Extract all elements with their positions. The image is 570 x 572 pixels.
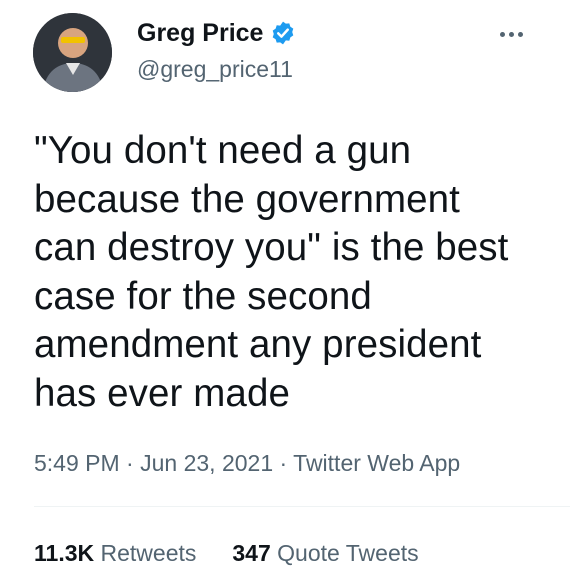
quote-tweets-count: 347: [232, 540, 271, 566]
display-name[interactable]: Greg Price: [137, 18, 263, 48]
quote-tweets-label: Quote Tweets: [277, 540, 419, 566]
meta-separator: ·: [126, 450, 134, 476]
tweet-stats: 11.3K Retweets 347 Quote Tweets: [34, 538, 419, 568]
tweet-metadata: 5:49 PM · Jun 23, 2021 · Twitter Web App: [34, 448, 460, 478]
author-name-row: Greg Price: [137, 18, 296, 48]
divider: [34, 506, 570, 507]
tweet-time-link[interactable]: 5:49 PM: [34, 450, 120, 476]
person-avatar-icon: [33, 13, 112, 92]
verified-badge-icon: [273, 21, 294, 45]
tweet-text-line: case for the second: [34, 274, 372, 318]
tweet-text: "You don't need a gun because the govern…: [34, 127, 554, 418]
more-options-icon[interactable]: [494, 22, 528, 46]
retweets-count: 11.3K: [34, 540, 95, 566]
tweet-source-link[interactable]: Twitter Web App: [293, 450, 460, 476]
avatar[interactable]: [33, 13, 112, 92]
tweet-card: Greg Price @greg_price11 "You don't need…: [0, 0, 570, 572]
quote-tweets-stat[interactable]: 347 Quote Tweets: [232, 538, 418, 568]
meta-separator: ·: [279, 450, 288, 476]
tweet-text-line: can destroy you" is the best: [34, 226, 509, 269]
tweet-text-line: "You don't need a gun: [34, 129, 412, 172]
tweet-date-link[interactable]: Jun 23, 2021: [140, 450, 273, 476]
author-handle[interactable]: @greg_price11: [137, 55, 293, 83]
tweet-text-line: has ever made: [34, 371, 290, 415]
tweet-text-line: amendment any president: [34, 323, 482, 366]
retweets-stat[interactable]: 11.3K Retweets: [34, 538, 196, 568]
retweets-label: Retweets: [100, 540, 197, 566]
tweet-text-line: because the government: [34, 177, 460, 221]
